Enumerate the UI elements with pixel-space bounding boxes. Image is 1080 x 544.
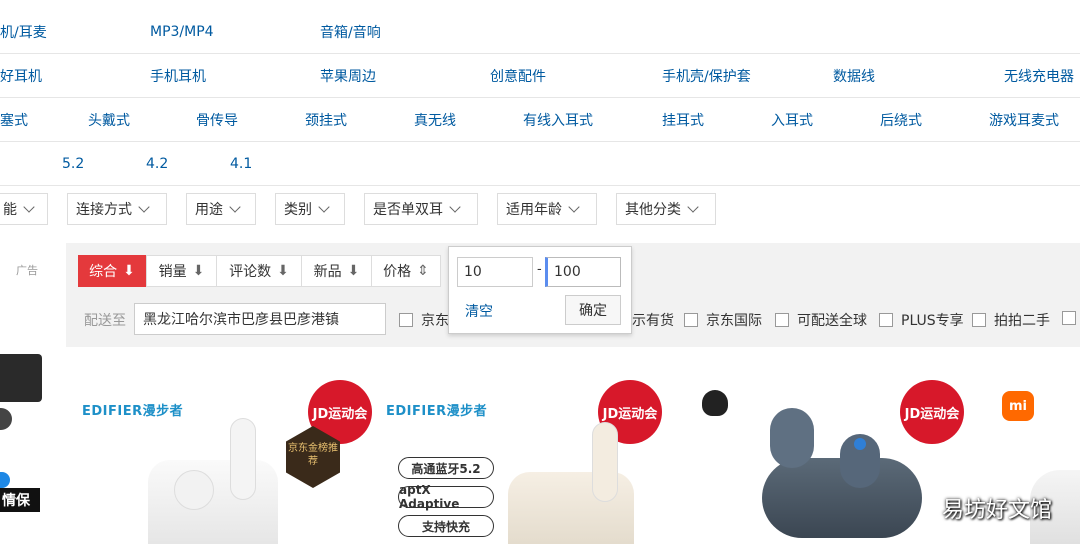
feature-tag: 高通蓝牙5.2: [398, 457, 494, 479]
category-link[interactable]: 苹果周边: [320, 66, 376, 86]
sort-updown-icon: ⇕: [417, 263, 429, 279]
price-clear-link[interactable]: 清空: [465, 301, 493, 321]
option-plus[interactable]: PLUS专享: [879, 310, 964, 330]
earbud-image: [174, 470, 214, 510]
option-jd[interactable]: 京东: [399, 310, 449, 330]
ad-banner-text: 情保: [0, 488, 40, 512]
chevron-down-icon: [568, 201, 580, 213]
earbud-image: [592, 422, 618, 502]
category-link[interactable]: 创意配件: [490, 66, 546, 86]
option-global-delivery[interactable]: 可配送全球: [775, 310, 867, 330]
filter-dropdown[interactable]: 能: [0, 193, 48, 225]
category-link[interactable]: 数据线: [833, 66, 875, 86]
category-link[interactable]: 好耳机: [0, 66, 42, 86]
delivery-label: 配送至: [84, 313, 126, 329]
checkbox[interactable]: [399, 313, 413, 327]
chevron-down-icon: [449, 201, 461, 213]
category-link[interactable]: 手机耳机: [150, 66, 206, 86]
style-link[interactable]: 骨传导: [196, 110, 238, 130]
style-link[interactable]: 真无线: [414, 110, 456, 130]
price-max-input[interactable]: [545, 257, 621, 287]
option-second-hand[interactable]: 拍拍二手: [972, 310, 1050, 330]
delivery-location-select[interactable]: 黑龙江哈尔滨市巴彦县巴彦港镇: [134, 303, 386, 335]
arrow-down-icon: ⬇: [123, 263, 135, 279]
chevron-down-icon: [318, 201, 330, 213]
style-link[interactable]: 塞式: [0, 110, 28, 130]
style-link[interactable]: 颈挂式: [305, 110, 347, 130]
checkbox[interactable]: [775, 313, 789, 327]
filter-dropdown-type[interactable]: 类别: [275, 193, 345, 225]
earbud-image: [770, 408, 814, 468]
category-link[interactable]: 手机壳/保护套: [662, 66, 751, 86]
feature-tag: 支持快充: [398, 515, 494, 537]
brand-logo: EDIFIER漫步者: [82, 404, 184, 419]
product-card[interactable]: JD运动会: [690, 360, 980, 544]
sort-sales-button[interactable]: 销量 ⬇: [146, 255, 217, 287]
category-link[interactable]: 音箱/音响: [320, 22, 381, 42]
filter-dropdown-single-double[interactable]: 是否单双耳: [364, 193, 478, 225]
xiaomi-logo: mi: [1002, 391, 1034, 421]
category-link[interactable]: 机/耳麦: [0, 22, 47, 42]
style-link[interactable]: 游戏耳麦式: [989, 110, 1059, 130]
style-link[interactable]: 入耳式: [771, 110, 813, 130]
chevron-down-icon: [138, 201, 150, 213]
category-row-4: 5.2 4.2 4.1: [0, 142, 1080, 186]
watermark: 易坊好文馆: [941, 498, 1052, 523]
price-min-input[interactable]: [457, 257, 533, 287]
checkbox[interactable]: [1062, 311, 1076, 325]
style-link[interactable]: 有线入耳式: [523, 110, 593, 130]
sort-reviews-button[interactable]: 评论数 ⬇: [216, 255, 302, 287]
filter-dropdown-connection[interactable]: 连接方式: [67, 193, 167, 225]
style-link[interactable]: 后绕式: [880, 110, 922, 130]
ad-product-image: [0, 408, 12, 430]
option-in-stock[interactable]: 示有货: [632, 310, 674, 330]
ad-badge: [0, 472, 10, 488]
price-range-dash: -: [537, 262, 542, 277]
bluetooth-version-link[interactable]: 5.2: [62, 156, 84, 172]
style-link[interactable]: 头戴式: [88, 110, 130, 130]
filter-dropdown-usage[interactable]: 用途: [186, 193, 256, 225]
category-row-2: 好耳机 手机耳机 苹果周边 创意配件 手机壳/保护套 数据线 无线充电器: [0, 54, 1080, 98]
arrow-down-icon: ⬇: [192, 263, 205, 279]
arrow-down-icon: ⬇: [347, 263, 360, 279]
sort-new-button[interactable]: 新品 ⬇: [301, 255, 372, 287]
ad-label: 广告: [16, 264, 38, 277]
category-link[interactable]: MP3/MP4: [150, 24, 214, 40]
category-row-1: 机/耳麦 MP3/MP4 音箱/音响: [0, 10, 1080, 54]
earbud-image: [854, 438, 866, 450]
ad-product-image[interactable]: [0, 354, 42, 402]
option-jd-international[interactable]: 京东国际: [684, 310, 762, 330]
checkbox[interactable]: [972, 313, 986, 327]
sort-price-button[interactable]: 价格 ⇕: [371, 255, 441, 287]
bluetooth-version-link[interactable]: 4.2: [146, 156, 168, 172]
feature-tag: aptX Adaptive: [398, 483, 494, 511]
category-link[interactable]: 无线充电器: [1004, 66, 1074, 86]
arrow-down-icon: ⬇: [277, 263, 289, 279]
chevron-down-icon: [687, 201, 699, 213]
product-card[interactable]: EDIFIER漫步者 JD运动会 京东金榜推荐: [70, 360, 372, 544]
checkbox[interactable]: [879, 313, 893, 327]
style-link[interactable]: 挂耳式: [662, 110, 704, 130]
earbud-image: [230, 418, 256, 500]
skullcandy-logo-icon: [702, 390, 728, 416]
chevron-down-icon: [23, 201, 35, 213]
promo-badge: JD运动会: [900, 380, 964, 444]
brand-logo: EDIFIER漫步者: [386, 404, 488, 419]
checkbox[interactable]: [684, 313, 698, 327]
earbud-case-image: [148, 460, 278, 544]
price-confirm-button[interactable]: 确定: [565, 295, 621, 325]
filter-dropdown-other[interactable]: 其他分类: [616, 193, 716, 225]
sort-comprehensive-button[interactable]: 综合 ⬇: [78, 255, 146, 287]
bluetooth-version-link[interactable]: 4.1: [230, 156, 252, 172]
chevron-down-icon: [229, 201, 241, 213]
category-row-3: 塞式 头戴式 骨传导 颈挂式 真无线 有线入耳式 挂耳式 入耳式 后绕式 游戏耳…: [0, 98, 1080, 142]
price-range-popup: - 清空 确定: [448, 246, 632, 334]
filter-dropdown-age[interactable]: 适用年龄: [497, 193, 597, 225]
